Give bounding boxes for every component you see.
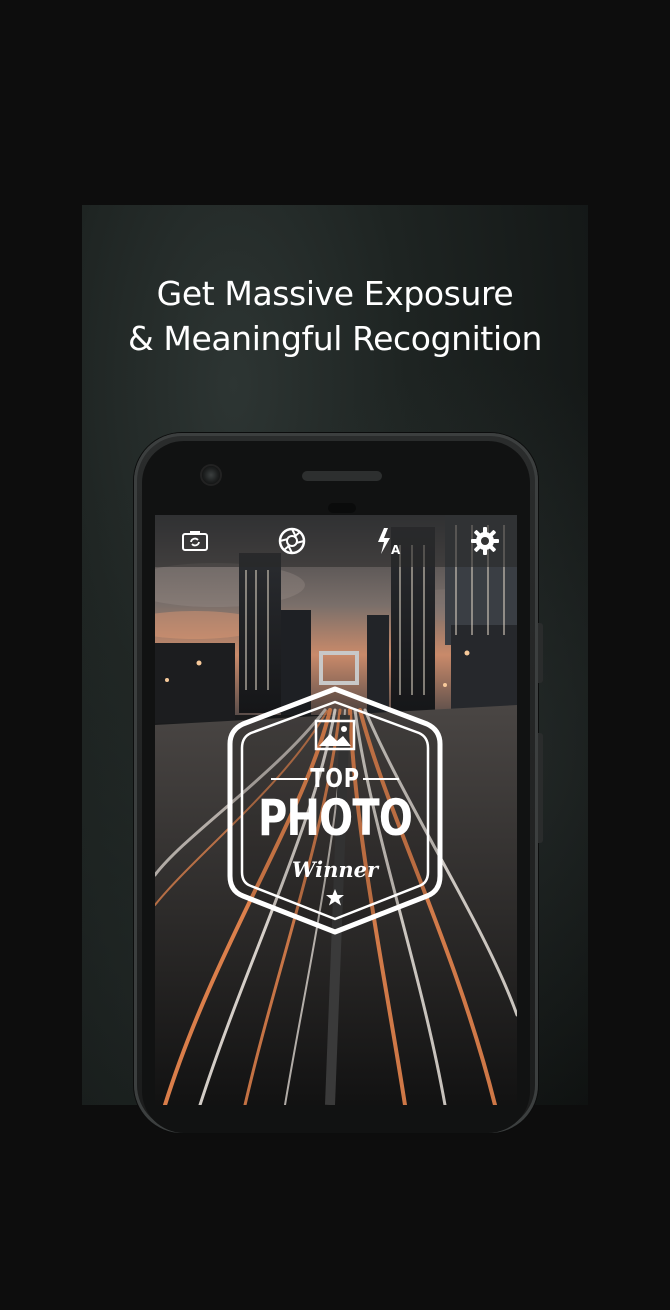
headline-line-1: Get Massive Exposure [156, 274, 514, 313]
switch-camera-icon[interactable] [181, 526, 211, 556]
badge-title-photo: PHOTO [257, 789, 413, 847]
aperture-icon[interactable] [277, 526, 307, 556]
proximity-sensor [328, 503, 356, 513]
gear-icon[interactable] [470, 526, 500, 556]
badge-subtitle-winner: Winner [291, 857, 379, 882]
volume-button [538, 623, 543, 683]
flash-mode-label: A [391, 543, 401, 556]
flash-auto-icon[interactable]: A [374, 526, 404, 556]
top-photo-winner-badge: TOP PHOTO Winner [227, 686, 443, 936]
earpiece-speaker [302, 471, 382, 481]
headline: Get Massive Exposure & Meaningful Recogn… [82, 271, 588, 361]
camera-toolbar: A [155, 515, 517, 567]
power-button [538, 733, 543, 843]
headline-line-2: & Meaningful Recognition [127, 319, 543, 358]
front-camera-icon [202, 466, 220, 484]
